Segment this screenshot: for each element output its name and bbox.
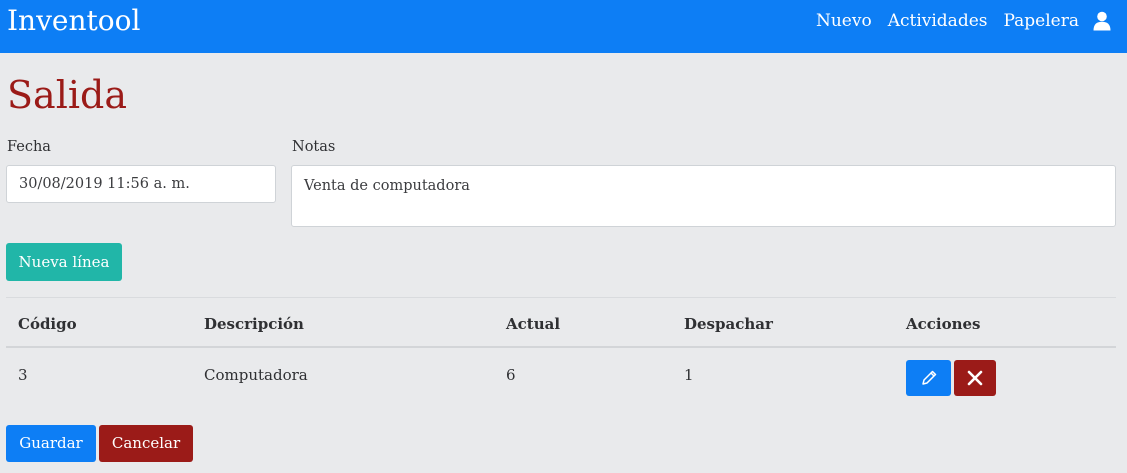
pencil-icon xyxy=(921,370,936,385)
notas-field[interactable]: Venta de computadora xyxy=(291,165,1116,227)
edit-button[interactable] xyxy=(906,360,951,396)
column-header-actual: Actual xyxy=(506,315,561,333)
new-line-button[interactable]: Nueva línea xyxy=(6,243,122,281)
cell-descripcion: Computadora xyxy=(204,366,308,384)
cancel-button[interactable]: Cancelar xyxy=(99,425,193,462)
notas-label: Notas xyxy=(292,139,336,155)
navbar: Inventool Nuevo Actividades Papelera xyxy=(0,0,1127,53)
brand-logo[interactable]: Inventool xyxy=(7,4,140,38)
table-header-divider xyxy=(6,346,1116,348)
column-header-acciones: Acciones xyxy=(906,315,981,333)
fecha-field[interactable]: 30/08/2019 11:56 a. m. xyxy=(6,165,276,203)
cell-codigo: 3 xyxy=(18,366,28,384)
save-button[interactable]: Guardar xyxy=(6,425,96,462)
nav-link-nuevo[interactable]: Nuevo xyxy=(816,9,872,33)
nav-link-actividades[interactable]: Actividades xyxy=(888,9,988,33)
column-header-codigo: Código xyxy=(18,315,77,333)
nav-link-papelera[interactable]: Papelera xyxy=(1003,9,1079,33)
cell-despachar: 1 xyxy=(684,366,694,384)
table-top-divider xyxy=(6,297,1116,298)
page-title: Salida xyxy=(7,73,127,117)
close-icon xyxy=(967,370,983,386)
user-icon[interactable] xyxy=(1093,11,1111,31)
column-header-despachar: Despachar xyxy=(684,315,773,333)
cell-actual: 6 xyxy=(506,366,516,384)
fecha-label: Fecha xyxy=(7,139,51,155)
nav-links: Nuevo Actividades Papelera xyxy=(800,9,1111,33)
delete-button[interactable] xyxy=(954,360,996,396)
column-header-descripcion: Descripción xyxy=(204,315,304,333)
